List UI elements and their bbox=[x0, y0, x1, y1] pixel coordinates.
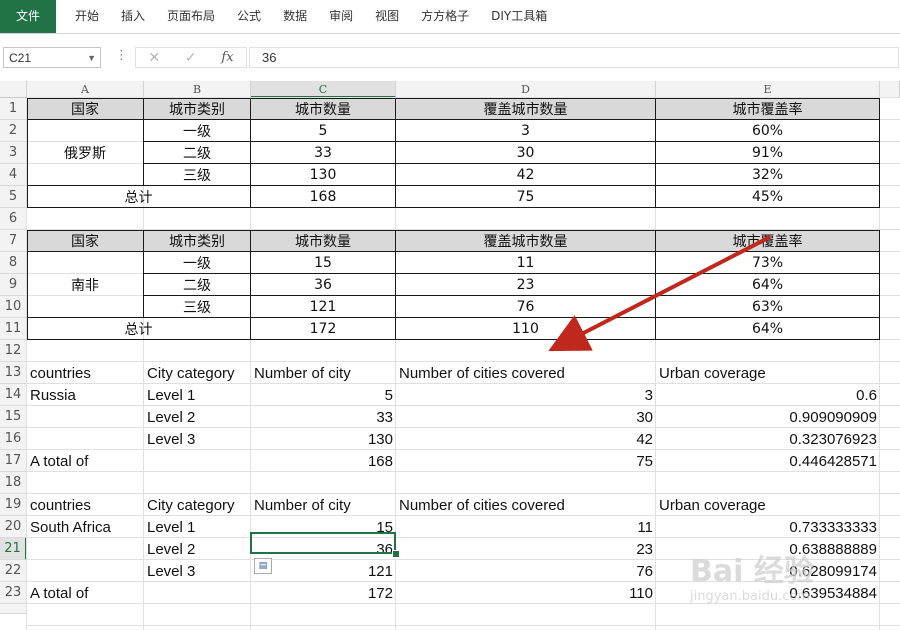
annotation-arrow bbox=[548, 235, 771, 352]
